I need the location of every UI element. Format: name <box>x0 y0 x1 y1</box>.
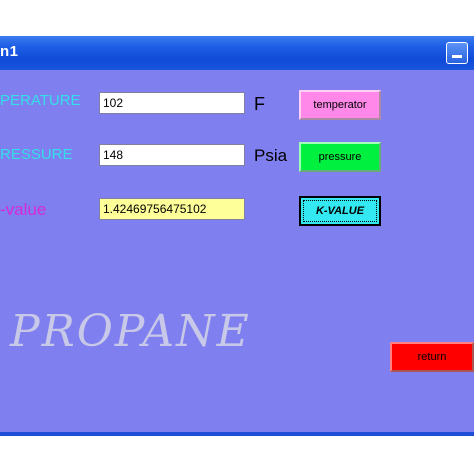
k-value-button[interactable]: K-VALUE <box>299 196 381 226</box>
window-title: n1 <box>0 43 19 60</box>
temperature-unit: F <box>254 94 265 114</box>
pressure-label: RESSURE <box>0 146 73 163</box>
temperature-label: PERATURE <box>0 92 81 109</box>
pressure-button[interactable]: pressure <box>299 142 381 172</box>
k-value-button-label: K-VALUE <box>303 200 377 222</box>
return-button[interactable]: return <box>390 342 474 372</box>
minimize-icon <box>452 55 462 58</box>
pressure-input[interactable]: 148 <box>99 144 245 166</box>
k-value-label: -value <box>0 200 47 219</box>
temperature-input[interactable]: 102 <box>99 92 245 114</box>
temperature-button[interactable]: temperator <box>299 90 381 120</box>
minimize-button[interactable] <box>446 42 468 64</box>
k-value-output: 1.42469756475102 <box>99 198 245 220</box>
title-bar[interactable]: n1 <box>0 36 474 70</box>
propane-banner: PROPANE <box>10 306 251 357</box>
pressure-unit: Psia <box>254 146 288 165</box>
app-window: n1 PERATURE 102 F temperator RESSURE 148… <box>0 36 474 436</box>
